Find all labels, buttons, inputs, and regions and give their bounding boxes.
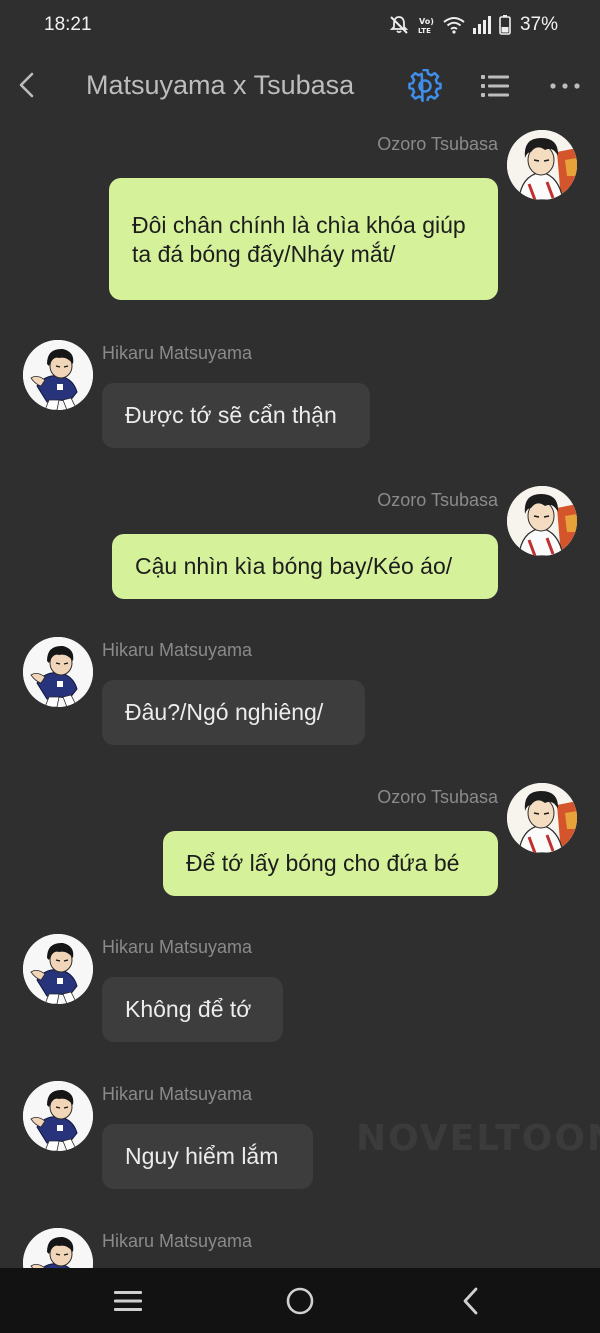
mute-bell-icon (389, 16, 409, 34)
volte-icon: Vo) LTE (418, 17, 434, 35)
avatar[interactable] (23, 637, 93, 707)
avatar[interactable] (507, 783, 577, 853)
avatar[interactable] (507, 130, 577, 200)
app-bar: Matsuyama x Tsubasa (0, 50, 600, 122)
sender-name: Hikaru Matsuyama (102, 1231, 253, 1251)
message-text: Đôi chân chính là chìa khóa giúp ta đá b… (132, 212, 466, 267)
message-bubble-sent: Để tớ lấy bóng cho đứa bé (163, 831, 498, 896)
battery-percent: 37% (519, 14, 558, 35)
avatar[interactable] (23, 934, 93, 1004)
message-text: Nguy hiểm lắm (125, 1143, 279, 1169)
message-text: Cậu nhìn kìa bóng bay/Kéo áo/ (135, 553, 453, 579)
status-icons: Vo) LTE 37% (389, 13, 558, 37)
matsuyama-avatar-image (23, 934, 93, 1004)
matsuyama-avatar-image (23, 340, 93, 410)
message-text: Được tớ sẽ cẩn thận (125, 402, 337, 428)
tsubasa-avatar-image (507, 486, 577, 556)
back-nav-icon[interactable] (455, 1284, 489, 1318)
settings-icon[interactable] (408, 69, 442, 103)
home-icon[interactable] (283, 1284, 317, 1318)
matsuyama-avatar-image (23, 1081, 93, 1151)
avatar[interactable] (23, 340, 93, 410)
message-bubble-received: Được tớ sẽ cẩn thận (102, 383, 370, 448)
battery-icon (499, 15, 511, 35)
chapter-list-icon[interactable] (480, 71, 510, 101)
avatar[interactable] (23, 1081, 93, 1151)
status-time: 18:21 (44, 14, 92, 35)
tsubasa-avatar-image (507, 783, 577, 853)
watermark: NOVELTOON (356, 1118, 600, 1159)
status-bar: 18:21 Vo) LTE 37% (0, 0, 600, 50)
svg-text:Vo): Vo) (419, 17, 434, 26)
system-nav-bar (0, 1268, 600, 1333)
avatar[interactable] (507, 486, 577, 556)
sender-name: Ozoro Tsubasa (377, 134, 498, 154)
message-bubble-received: Không để tớ (102, 977, 283, 1042)
message-bubble-received: Đâu?/Ngó nghiêng/ (102, 680, 365, 745)
message-text: Đâu?/Ngó nghiêng/ (125, 699, 324, 725)
recent-apps-icon[interactable] (111, 1284, 145, 1318)
svg-text:LTE: LTE (418, 27, 431, 35)
message-bubble-sent: Cậu nhìn kìa bóng bay/Kéo áo/ (112, 534, 498, 599)
sender-name: Hikaru Matsuyama (102, 640, 253, 660)
sender-name: Ozoro Tsubasa (377, 490, 498, 510)
tsubasa-avatar-image (507, 130, 577, 200)
sender-name: Hikaru Matsuyama (102, 1084, 253, 1104)
chat-title: Matsuyama x Tsubasa (86, 70, 355, 100)
signal-icon (472, 16, 491, 34)
message-text: Không để tớ (125, 996, 252, 1022)
message-bubble-sent: Đôi chân chính là chìa khóa giúp ta đá b… (109, 178, 498, 300)
sender-name: Ozoro Tsubasa (377, 787, 498, 807)
message-text: Để tớ lấy bóng cho đứa bé (186, 850, 460, 876)
matsuyama-avatar-image (23, 637, 93, 707)
more-icon[interactable] (548, 72, 582, 100)
sender-name: Hikaru Matsuyama (102, 343, 253, 363)
message-bubble-received: Nguy hiểm lắm (102, 1124, 313, 1189)
wifi-icon (443, 17, 465, 34)
sender-name: Hikaru Matsuyama (102, 937, 253, 957)
back-icon[interactable] (12, 68, 44, 102)
